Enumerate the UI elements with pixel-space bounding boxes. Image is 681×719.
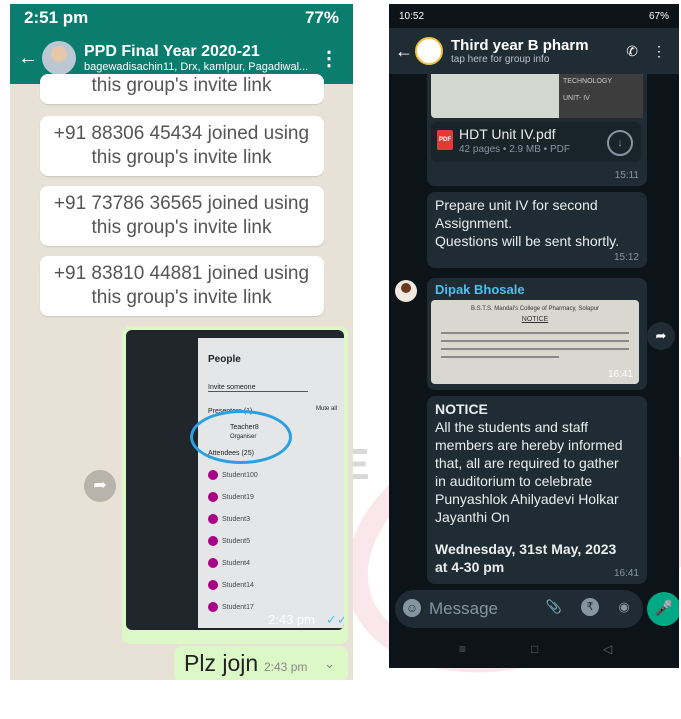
photo-student: Student3: [208, 514, 250, 524]
text-message[interactable]: Prepare unit IV for second Assignment. Q…: [427, 192, 647, 268]
camera-icon[interactable]: ◉: [615, 598, 633, 616]
system-message: +91 83810 44881 joined using this group'…: [10, 256, 353, 316]
photo-mute: Mute all: [316, 406, 338, 412]
message-composer[interactable]: ☺ Message 📎 ₹ ◉: [395, 590, 643, 628]
chat-header: ← Third year B pharm tap here for group …: [389, 28, 679, 74]
status-bar: 2:51 pm 77%: [10, 4, 353, 32]
photo-student: Student17: [208, 602, 254, 612]
system-message-line: this group's invite link: [91, 147, 272, 168]
forward-icon[interactable]: ➦: [647, 322, 675, 350]
nav-home-icon[interactable]: □: [531, 642, 538, 656]
message-input[interactable]: Message: [429, 599, 498, 619]
pdf-meta: 42 pages • 2.9 MB • PDF: [459, 144, 570, 155]
photo-invite: Invite someone: [208, 384, 308, 392]
photo-student: Student14: [208, 580, 254, 590]
forward-icon[interactable]: ➦: [84, 470, 116, 502]
left-chat-screen: 2:51 pm 77% ← PPD Final Year 2020-21 bag…: [10, 4, 353, 680]
photo-student: Student5: [208, 536, 250, 546]
sender-avatar[interactable]: [395, 280, 417, 302]
nav-recents-icon[interactable]: ≡: [459, 642, 466, 656]
header-text[interactable]: Third year B pharm tap here for group in…: [451, 37, 619, 65]
notice-time-line: at 4-30 pm: [435, 559, 505, 575]
notice-line: Punyashlok Ahilyadevi Holkar: [435, 491, 619, 507]
group-title: Third year B pharm: [451, 37, 589, 54]
document-message[interactable]: TECHNOLOGY UNIT- IV PDF HDT Unit IV.pdf …: [427, 74, 647, 186]
system-message: this group's invite link: [10, 74, 353, 104]
status-time: 10:52: [399, 10, 425, 22]
notice-line: members are hereby informed: [435, 437, 623, 453]
attached-photo[interactable]: People Invite someone Mute all Presenter…: [126, 330, 344, 630]
message-text: Plz jojn: [184, 650, 259, 676]
system-message-line: this group's invite link: [91, 287, 272, 308]
notice-line: All the students and staff: [435, 419, 589, 435]
notice-line: Jayanthi On: [435, 509, 510, 525]
photo-people-title: People: [208, 354, 241, 365]
photo-student: Student100: [208, 470, 258, 480]
double-check-icon: ✓✓: [326, 612, 344, 627]
notice-text-message[interactable]: NOTICE All the students and staff member…: [427, 396, 647, 584]
message-time: 15:12: [613, 252, 639, 263]
pdf-file-row[interactable]: PDF HDT Unit IV.pdf 42 pages • 2.9 MB • …: [431, 122, 641, 162]
status-battery: 77%: [304, 8, 339, 27]
chevron-down-icon[interactable]: ⌄: [324, 656, 335, 672]
rupee-icon[interactable]: ₹: [581, 598, 599, 616]
image-message[interactable]: People Invite someone Mute all Presenter…: [122, 326, 348, 644]
system-message-line: +91 83810 44881 joined using: [53, 263, 310, 284]
mic-icon[interactable]: 🎤: [647, 592, 679, 626]
header-text[interactable]: PPD Final Year 2020-21 bagewadisachin11,…: [84, 43, 313, 73]
pdf-filename: HDT Unit IV.pdf: [459, 126, 556, 142]
back-arrow-icon[interactable]: ←: [18, 47, 38, 70]
group-avatar[interactable]: [415, 37, 443, 65]
system-message: +91 88306 45434 joined using this group'…: [10, 116, 353, 176]
highlight-circle: [190, 410, 292, 464]
notice-date: Wednesday, 31st May, 2023: [435, 541, 617, 557]
message-time: 16:41: [613, 568, 639, 579]
sender-name[interactable]: Dipak Bhosale: [435, 282, 525, 297]
message-line: Assignment.: [435, 215, 513, 231]
group-members: bagewadisachin11, Drx, kamlpur, Pagadiwa…: [84, 61, 309, 73]
system-message: +91 73786 36565 joined using this group'…: [10, 186, 353, 246]
photo-screen: People Invite someone Mute all Presenter…: [198, 338, 344, 628]
nav-back-icon[interactable]: ◁: [603, 642, 612, 656]
photo-student: Student4: [208, 558, 250, 568]
back-arrow-icon[interactable]: ←: [395, 41, 413, 62]
emoji-icon[interactable]: ☺: [403, 599, 421, 617]
text-message[interactable]: Plz jojn 2:43 pm ⌄: [174, 646, 348, 680]
document-thumbnail: TECHNOLOGY UNIT- IV: [431, 74, 643, 118]
image-timestamp: 2:43 pm: [268, 612, 315, 627]
notice-image[interactable]: B.S.T.S. Mandal's College of Pharmacy, S…: [431, 300, 639, 384]
message-line: Prepare unit IV for second: [435, 197, 598, 213]
group-info-hint: tap here for group info: [451, 54, 550, 65]
group-title: PPD Final Year 2020-21: [84, 43, 260, 60]
message-time: 2:43 pm: [264, 660, 308, 674]
add-call-icon[interactable]: ✆: [619, 43, 645, 60]
system-message-line: +91 88306 45434 joined using: [53, 123, 310, 144]
download-icon[interactable]: ↓: [607, 130, 633, 156]
notice-line: in auditorium to celebrate: [435, 473, 593, 489]
system-nav-bar: ≡ □ ◁: [389, 634, 679, 668]
message-line: Questions will be sent shortly.: [435, 233, 620, 249]
system-message-line: +91 73786 36565 joined using: [53, 193, 310, 214]
pdf-icon: PDF: [437, 130, 453, 150]
more-vert-icon[interactable]: ⋮: [645, 43, 673, 60]
right-chat-screen: 10:52 67% ← Third year B pharm tap here …: [389, 4, 679, 668]
photo-student: Student19: [208, 492, 254, 502]
more-vert-icon[interactable]: ⋮: [313, 46, 345, 71]
status-time: 2:51 pm: [24, 8, 89, 27]
notice-line: that, all are required to gather: [435, 455, 619, 471]
status-battery: 67%: [648, 10, 669, 22]
system-message-line: this group's invite link: [91, 75, 272, 96]
notice-heading: NOTICE: [435, 401, 488, 417]
message-time: 15:11: [614, 170, 639, 181]
status-bar: 10:52 67%: [389, 4, 679, 28]
image-message[interactable]: Dipak Bhosale B.S.T.S. Mandal's College …: [427, 278, 647, 390]
document-thumbnail-cover: TECHNOLOGY UNIT- IV: [559, 74, 643, 118]
group-avatar[interactable]: [42, 41, 76, 75]
image-time: 16:41: [607, 369, 633, 380]
attach-icon[interactable]: 📎: [545, 598, 563, 616]
system-message-line: this group's invite link: [91, 217, 272, 238]
